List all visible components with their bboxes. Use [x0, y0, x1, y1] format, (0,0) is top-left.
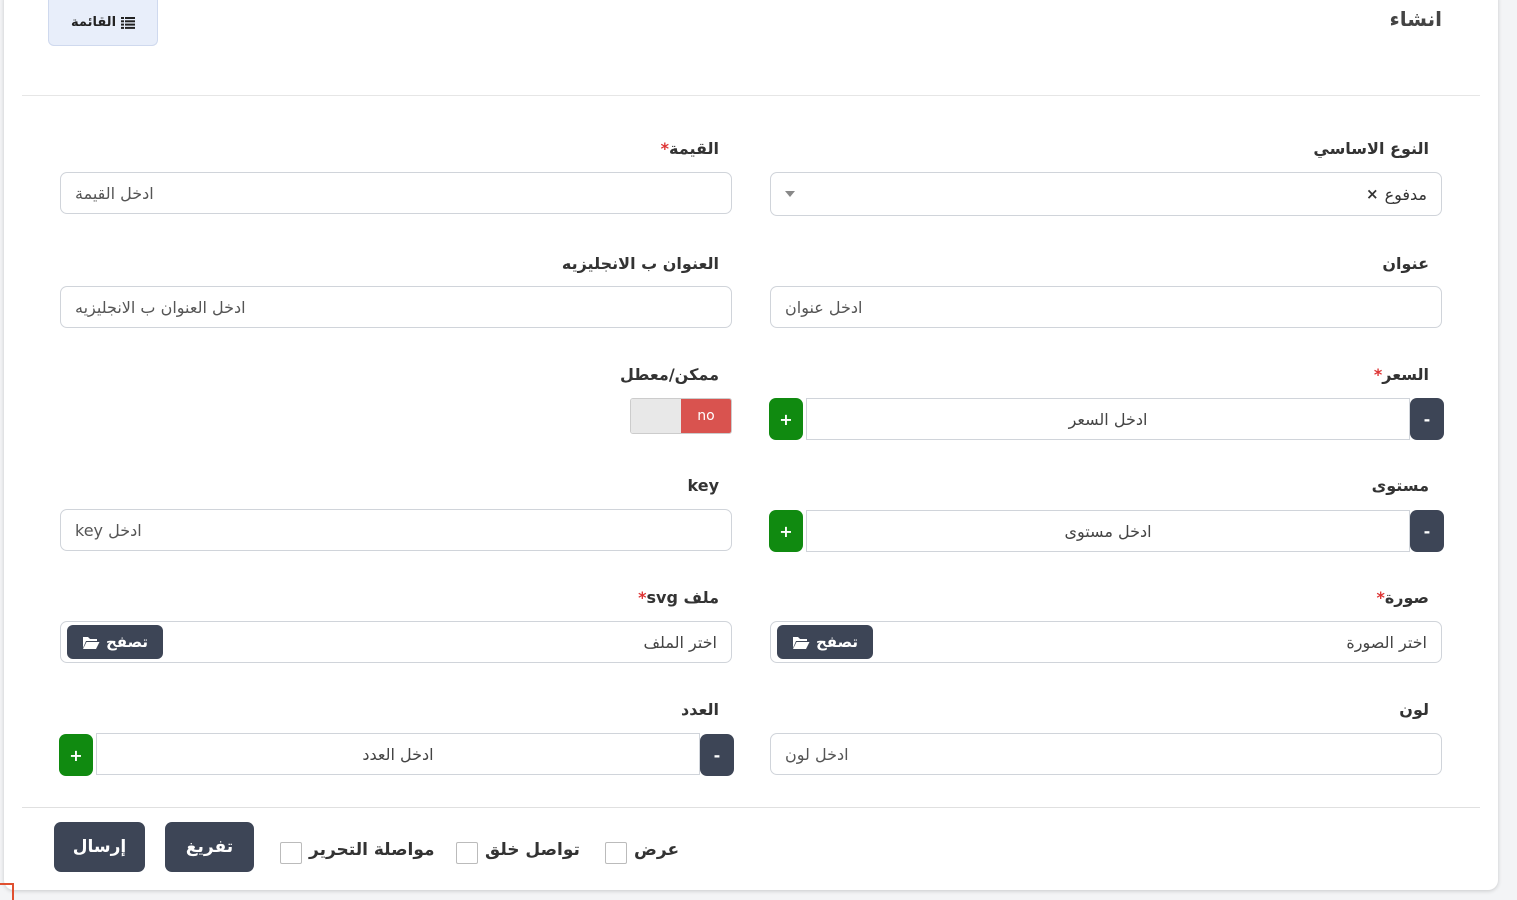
base-type-selected: مدفوع [1384, 184, 1427, 204]
level-minus-button[interactable]: - [1410, 510, 1444, 552]
enabled-label: ممكن/معطل [620, 365, 719, 384]
level-plus-button[interactable]: + [769, 510, 803, 552]
svg-browse-label: تصفح [105, 633, 149, 651]
count-placeholder: ادخل العدد [362, 744, 434, 764]
reset-button[interactable]: تفريغ [165, 822, 254, 872]
header-divider [22, 95, 1480, 96]
corner-marker [0, 883, 14, 900]
key-placeholder: ادخل key [75, 520, 142, 540]
continue-editing-checkbox[interactable] [280, 842, 302, 864]
svg-file-placeholder: اختر الملف [643, 632, 717, 652]
color-label: لون [1399, 700, 1429, 719]
list-button[interactable]: القائمة [48, 0, 158, 46]
value-placeholder: ادخل القيمة [75, 183, 154, 203]
image-browse-label: تصفح [815, 633, 859, 651]
color-placeholder: ادخل لون [785, 744, 849, 764]
image-browse-button[interactable]: تصفح [777, 625, 873, 659]
title-en-placeholder: ادخل العنوان ب الانجليزيه [75, 297, 246, 317]
title-label: عنوان [1382, 254, 1429, 273]
count-input[interactable]: ادخل العدد [96, 733, 700, 775]
continue-creating-checkbox[interactable] [456, 842, 478, 864]
image-placeholder: اختر الصورة [1346, 632, 1427, 652]
price-label: السعر* [1373, 365, 1429, 384]
continue-creating-label: تواصل خلق [485, 840, 580, 860]
continue-editing-label: مواصلة التحرير [309, 840, 435, 860]
image-file-input[interactable]: اختر الصورة تصفح [770, 621, 1442, 663]
toggle-knob [631, 399, 681, 433]
chevron-down-icon [785, 191, 795, 197]
level-input[interactable]: ادخل مستوى [806, 510, 1410, 552]
base-type-label: النوع الاساسي [1313, 139, 1429, 158]
folder-open-icon [82, 637, 100, 649]
view-label: عرض [634, 840, 680, 860]
enabled-toggle[interactable]: no [630, 398, 732, 434]
list-icon [121, 16, 136, 29]
title-en-label: العنوان ب الانجليزيه [561, 254, 719, 273]
page-title: انشاء [1389, 7, 1442, 31]
price-input[interactable]: ادخل السعر [806, 398, 1410, 440]
list-button-label: القائمة [70, 15, 117, 30]
price-plus-button[interactable]: + [769, 398, 803, 440]
svg-file-label: ملف svg* [638, 588, 719, 607]
title-input[interactable]: ادخل عنوان [770, 286, 1442, 328]
level-placeholder: ادخل مستوى [1064, 521, 1152, 541]
count-minus-button[interactable]: - [700, 734, 734, 776]
key-label: key [687, 476, 720, 495]
value-input[interactable]: ادخل القيمة [60, 172, 732, 214]
title-placeholder: ادخل عنوان [785, 297, 863, 317]
price-minus-button[interactable]: - [1410, 398, 1444, 440]
clear-icon[interactable]: × [1366, 185, 1379, 203]
submit-button[interactable]: إرسال [54, 822, 145, 872]
svg-browse-button[interactable]: تصفح [67, 625, 163, 659]
key-input[interactable]: ادخل key [60, 509, 732, 551]
level-label: مستوى [1371, 476, 1429, 495]
svg-file-input[interactable]: اختر الملف تصفح [60, 621, 732, 663]
value-label: القيمة* [660, 139, 719, 158]
toggle-state: no [681, 399, 731, 433]
image-label: صورة* [1376, 588, 1429, 607]
base-type-select[interactable]: مدفوع × [770, 172, 1442, 216]
count-plus-button[interactable]: + [59, 734, 93, 776]
folder-open-icon [792, 637, 810, 649]
count-label: العدد [681, 700, 719, 719]
color-input[interactable]: ادخل لون [770, 733, 1442, 775]
footer-divider [22, 807, 1480, 808]
price-placeholder: ادخل السعر [1068, 409, 1148, 429]
view-checkbox[interactable] [605, 842, 627, 864]
title-en-input[interactable]: ادخل العنوان ب الانجليزيه [60, 286, 732, 328]
